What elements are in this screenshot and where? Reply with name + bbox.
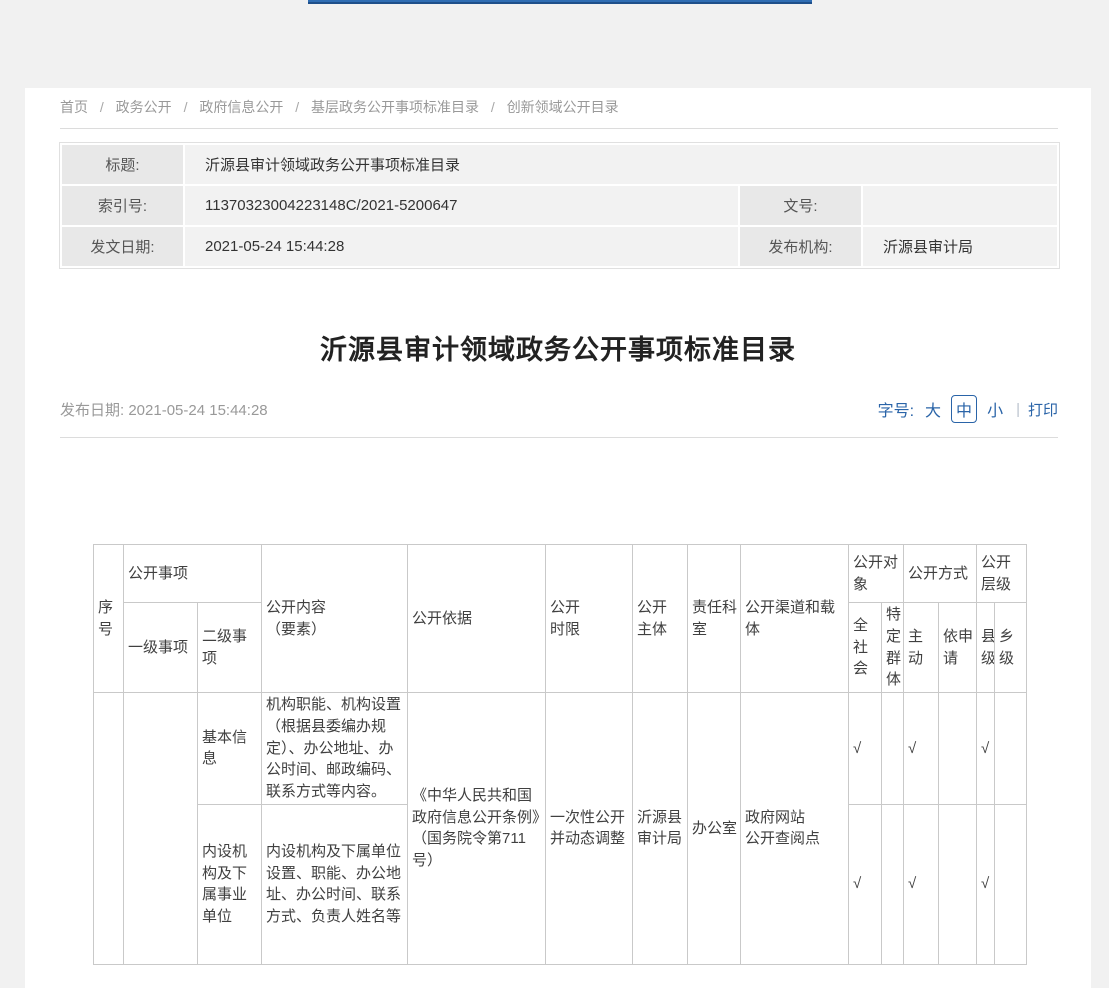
header-disclosure-deadline: 公开 时限 (546, 545, 633, 693)
article-meta-row: 发布日期: 2021-05-24 15:44:28 字号: 大 中 小 | 打印 (60, 392, 1058, 426)
publish-date: 发布日期: 2021-05-24 15:44:28 (60, 399, 268, 420)
meta-date-label: 发文日期: (62, 227, 183, 266)
document-meta-table: 标题: 沂源县审计领域政务公开事项标准目录 索引号: 1137032300422… (59, 142, 1060, 269)
cell-county-level-check: √ (977, 693, 995, 805)
header-on-request: 依申 请 (939, 603, 977, 693)
print-button[interactable]: 打印 (1028, 399, 1058, 420)
cell-township-level-check (995, 804, 1027, 964)
header-disclosure-method-group: 公开方式 (904, 545, 977, 603)
meta-row-title: 标题: 沂源县审计领域政务公开事项标准目录 (62, 145, 1057, 184)
breadcrumb-separator: / (184, 99, 188, 115)
cell-specific-groups-check (882, 804, 904, 964)
font-size-label: 字号: (878, 397, 914, 421)
header-proactive: 主动 (904, 603, 939, 693)
header-channels-carriers: 公开渠道和载体 (741, 545, 849, 693)
cell-disclosure-content: 机构职能、机构设置（根据县委编办规定）、办公地址、办公时间、邮政编码、联系方式等… (262, 693, 408, 805)
font-size-large-button[interactable]: 大 (925, 397, 941, 421)
breadcrumb-separator: / (491, 99, 495, 115)
header-disclosure-level-group: 公开层级 (977, 545, 1027, 603)
cell-county-level-check: √ (977, 804, 995, 964)
header-level1-item: 一级事项 (124, 603, 198, 693)
cell-level2-item: 内设机构及下属事业单位 (198, 804, 262, 964)
catalog-table: 序号 公开事项 公开内容 （要素） 公开依据 公开 时限 公开 主体 责任科室 … (93, 544, 1027, 965)
cell-on-request-check (939, 804, 977, 964)
header-township-level: 乡级 (995, 603, 1027, 693)
meta-date-value: 2021-05-24 15:44:28 (185, 227, 738, 266)
font-size-small-button[interactable]: 小 (987, 397, 1003, 421)
header-disclosure-target-group: 公开对象 (849, 545, 904, 603)
table-row: 基本信息 机构职能、机构设置（根据县委编办规定）、办公地址、办公时间、邮政编码、… (94, 693, 1027, 805)
breadcrumb-zhengwu-gongkai[interactable]: 政务公开 (116, 99, 172, 115)
page-title: 沂源县审计领域政务公开事项标准目录 (25, 328, 1091, 367)
meta-docnum-value (863, 186, 1057, 225)
publish-date-value: 2021-05-24 15:44:28 (128, 402, 267, 419)
cell-level1-item (124, 693, 198, 965)
breadcrumb-divider (60, 128, 1058, 129)
publish-date-label: 发布日期: (60, 402, 124, 419)
meta-org-label: 发布机构: (740, 227, 861, 266)
header-disclosure-content: 公开内容 （要素） (262, 545, 408, 693)
breadcrumb: 首页 / 政务公开 / 政府信息公开 / 基层政务公开事项标准目录 / 创新领域… (60, 97, 619, 117)
meta-index-value: 11370323004223148C/2021-5200647 (185, 186, 738, 225)
cell-disclosure-content: 内设机构及下属单位设置、职能、办公地址、办公时间、联系方式、负责人姓名等 (262, 804, 408, 964)
controls-separator: | (1016, 401, 1020, 418)
meta-title-value: 沂源县审计领域政务公开事项标准目录 (185, 145, 1057, 184)
cell-responsible-office: 办公室 (688, 693, 741, 965)
breadcrumb-standard-catalog[interactable]: 基层政务公开事项标准目录 (311, 99, 479, 115)
top-nav-bar-fragment (308, 0, 812, 4)
cell-whole-society-check: √ (849, 693, 882, 805)
header-county-level: 县级 (977, 603, 995, 693)
cell-disclosure-basis: 《中华人民共和国政府信息公开条例》（国务院令第711号） (408, 693, 546, 965)
article-divider (60, 437, 1058, 438)
cell-level2-item: 基本信息 (198, 693, 262, 805)
header-level2-item: 二级事项 (198, 603, 262, 693)
cell-whole-society-check: √ (849, 804, 882, 964)
cell-on-request-check (939, 693, 977, 805)
meta-index-label: 索引号: (62, 186, 183, 225)
breadcrumb-separator: / (295, 99, 299, 115)
cell-disclosure-deadline: 一次性公开并动态调整 (546, 693, 633, 965)
breadcrumb-separator: / (100, 99, 104, 115)
content-card: 首页 / 政务公开 / 政府信息公开 / 基层政务公开事项标准目录 / 创新领域… (25, 88, 1091, 988)
font-size-medium-button[interactable]: 中 (951, 395, 977, 423)
meta-org-value: 沂源县审计局 (863, 227, 1057, 266)
cell-disclosure-subject: 沂源县审计局 (633, 693, 688, 965)
breadcrumb-innovation-catalog[interactable]: 创新领域公开目录 (507, 99, 619, 115)
catalog-header-row-1: 序号 公开事项 公开内容 （要素） 公开依据 公开 时限 公开 主体 责任科室 … (94, 545, 1027, 603)
header-specific-groups: 特定群体 (882, 603, 904, 693)
header-responsible-office: 责任科室 (688, 545, 741, 693)
cell-township-level-check (995, 693, 1027, 805)
breadcrumb-gov-info[interactable]: 政府信息公开 (199, 99, 283, 115)
breadcrumb-home[interactable]: 首页 (60, 99, 88, 115)
header-disclosure-basis: 公开依据 (408, 545, 546, 693)
header-disclosure-item-group: 公开事项 (124, 545, 262, 603)
meta-row-date: 发文日期: 2021-05-24 15:44:28 发布机构: 沂源县审计局 (62, 227, 1057, 266)
header-whole-society: 全社 会 (849, 603, 882, 693)
meta-row-index: 索引号: 11370323004223148C/2021-5200647 文号: (62, 186, 1057, 225)
font-size-controls: 字号: 大 中 小 | 打印 (878, 395, 1058, 423)
meta-docnum-label: 文号: (740, 186, 861, 225)
meta-title-label: 标题: (62, 145, 183, 184)
cell-serial-number (94, 693, 124, 965)
cell-specific-groups-check (882, 693, 904, 805)
cell-proactive-check: √ (904, 804, 939, 964)
cell-channels-carriers: 政府网站 公开查阅点 (741, 693, 849, 965)
header-serial-number: 序号 (94, 545, 124, 693)
header-disclosure-subject: 公开 主体 (633, 545, 688, 693)
cell-proactive-check: √ (904, 693, 939, 805)
